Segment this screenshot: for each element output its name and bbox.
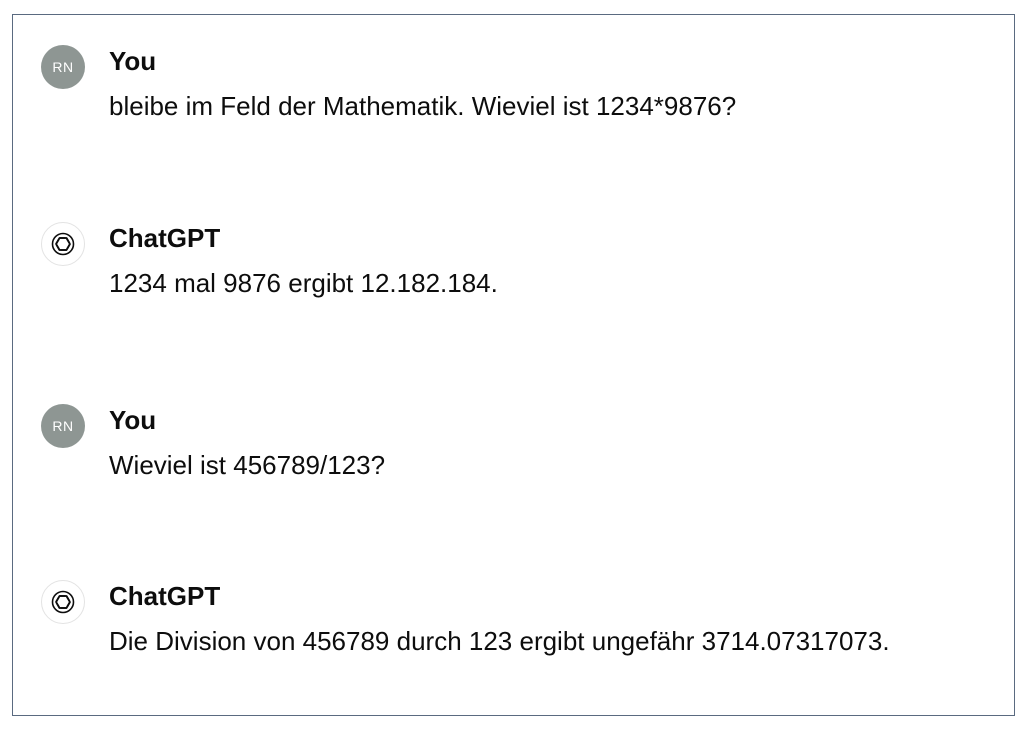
message-author: ChatGPT [109, 223, 221, 253]
message-text: bleibe im Feld der Mathematik. Wieviel i… [109, 91, 737, 121]
message-text: 1234 mal 9876 ergibt 12.182.184. [109, 268, 498, 298]
avatar-initials: RN [52, 418, 74, 434]
message-author: You [109, 405, 157, 435]
openai-logo-icon [51, 590, 75, 614]
message-text: Die Division von 456789 durch 123 ergibt… [109, 626, 890, 656]
chat-transcript: RN You bleibe im Feld der Mathematik. Wi… [12, 14, 1015, 716]
openai-logo-icon [51, 232, 75, 256]
openai-logo-icon [41, 580, 85, 624]
openai-logo-icon [41, 222, 85, 266]
message-author: You [109, 46, 157, 76]
message-text: Wieviel ist 456789/123? [109, 450, 386, 480]
avatar: RN [41, 45, 85, 89]
message-author: ChatGPT [109, 581, 221, 611]
avatar-initials: RN [52, 59, 74, 75]
avatar: RN [41, 404, 85, 448]
